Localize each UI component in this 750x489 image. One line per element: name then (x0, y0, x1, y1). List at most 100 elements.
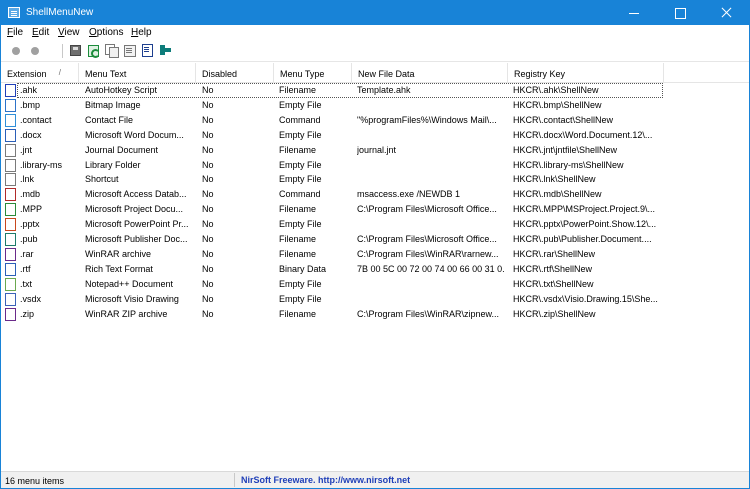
cell-extension: .bmp (20, 99, 41, 110)
cell-disabled: No (202, 129, 214, 140)
cell-extension: .rar (20, 248, 34, 259)
table-row[interactable]: .docx Microsoft Word Docum... No Empty File… (1, 128, 749, 143)
disable-item-button[interactable] (28, 44, 42, 58)
cell-extension: .pptx (20, 219, 40, 230)
cell-disabled: No (202, 144, 214, 155)
cell-menu-text: WinRAR ZIP archive (85, 308, 168, 319)
toolbar-separator (62, 44, 63, 58)
menu-options[interactable]: Options (86, 27, 126, 38)
refresh-icon (88, 45, 100, 58)
cell-menu-type: Filename (279, 144, 317, 155)
vsdx-glyph-icon (6, 293, 15, 305)
cell-menu-text: Library Folder (85, 159, 141, 170)
table-row[interactable]: .lnk Shortcut No Empty File HKCR\.lnk\ShellN… (1, 172, 749, 187)
table-row[interactable]: .rtf Rich Text Format No Binary Data 7B 00 5… (1, 262, 749, 277)
cell-registry-key: HKCR\.rtf\ShellNew (513, 263, 593, 274)
exit-button[interactable] (159, 44, 173, 58)
cell-disabled: No (202, 204, 214, 215)
cell-extension: .docx (20, 129, 42, 140)
nirsoft-link[interactable]: NirSoft Freeware. http://www.nirsoft.net (241, 475, 410, 485)
cell-menu-type: Empty File (279, 219, 322, 230)
lnk-glyph-icon (6, 174, 15, 186)
enable-item-button[interactable] (9, 44, 23, 58)
menu-options-label: ptions (96, 27, 124, 38)
cell-extension: .rtf (20, 263, 31, 274)
zip-glyph-icon (6, 308, 15, 320)
cell-registry-key: HKCR\.lnk\ShellNew (513, 174, 596, 185)
cell-new-file-data: "%programFiles%\Windows Mail\... (357, 114, 497, 125)
cell-menu-type: Filename (279, 204, 317, 215)
cell-menu-text: Shortcut (85, 174, 119, 185)
column-header-new-file-data[interactable]: New File Data (352, 63, 508, 83)
menu-view[interactable]: View (55, 27, 83, 38)
column-header-registry-key[interactable]: Registry Key (508, 63, 664, 83)
library-glyph-icon (6, 159, 15, 171)
column-header-disabled[interactable]: Disabled (196, 63, 274, 83)
cell-menu-type: Empty File (279, 99, 322, 110)
pptx-file-icon (5, 218, 16, 232)
table-row[interactable]: .contact Contact File No Command "%programFi… (1, 113, 749, 128)
menu-options-accel: O (89, 27, 97, 38)
cell-disabled: No (202, 263, 214, 274)
contact-file-icon (5, 113, 16, 127)
column-header-menu-text[interactable]: Menu Text (79, 63, 196, 83)
table-row[interactable]: .MPP Microsoft Project Docu... No Filename C… (1, 202, 749, 217)
disable-dot-icon (31, 47, 39, 55)
cell-disabled: No (202, 174, 214, 185)
table-row[interactable]: .pptx Microsoft PowerPoint Pr... No Empty F… (1, 217, 749, 232)
table-row[interactable]: .txt Notepad++ Document No Empty File HKCR\.… (1, 277, 749, 292)
html-report-button[interactable] (141, 44, 155, 58)
window-title: ShellMenuNew (26, 7, 94, 18)
rtf-glyph-icon (6, 263, 15, 275)
copy-icon (105, 44, 119, 58)
rtf-file-icon (5, 262, 16, 276)
cell-new-file-data: Template.ahk (357, 85, 411, 95)
shell-menu-list[interactable]: Extension / Menu Text Disabled Menu Type … (1, 63, 749, 471)
cell-registry-key: HKCR\.vsdx\Visio.Drawing.15\She... (513, 293, 658, 304)
title-bar[interactable]: ShellMenuNew (1, 1, 749, 25)
menu-help[interactable]: Help (128, 27, 155, 38)
cell-menu-text: Bitmap Image (85, 99, 141, 110)
table-row[interactable]: .jnt Journal Document No Filename journal.jn… (1, 143, 749, 158)
pptx-glyph-icon (6, 219, 15, 231)
cell-menu-text: Microsoft Access Datab... (85, 189, 187, 200)
close-button[interactable] (703, 1, 749, 25)
table-row[interactable]: .library-ms Library Folder No Empty File HKC… (1, 158, 749, 173)
cell-disabled: No (202, 234, 214, 244)
menu-edit-accel: E (32, 27, 39, 38)
table-row[interactable]: .zip WinRAR ZIP archive No Filename C:\Progr… (1, 307, 749, 322)
table-row[interactable]: .rar WinRAR archive No Filename C:\Program F… (1, 247, 749, 262)
cell-disabled: No (202, 85, 214, 95)
bmp-file-icon (5, 98, 16, 112)
table-row[interactable]: .mdb Microsoft Access Datab... No Command ms… (1, 187, 749, 202)
cell-menu-text: Microsoft Publisher Doc... (85, 234, 188, 244)
refresh-button[interactable] (87, 44, 101, 58)
properties-button[interactable] (123, 44, 137, 58)
cell-menu-type: Filename (279, 308, 317, 319)
docx-file-icon (5, 128, 16, 142)
table-row[interactable]: .bmp Bitmap Image No Empty File HKCR\.bmp\Sh… (1, 98, 749, 113)
table-row[interactable]: .pub Microsoft Publisher Doc... No Filename… (1, 232, 749, 247)
copy-selected-button[interactable] (105, 44, 119, 58)
save-selected-button[interactable] (69, 44, 83, 58)
cell-menu-text: Notepad++ Document (85, 278, 174, 289)
cell-extension: .vsdx (20, 293, 42, 304)
table-row[interactable]: .vsdx Microsoft Visio Drawing No Empty File… (1, 292, 749, 307)
cell-registry-key: HKCR\.txt\ShellNew (513, 278, 594, 289)
column-header-menu-type[interactable]: Menu Type (274, 63, 352, 83)
minimize-button[interactable] (611, 1, 657, 25)
column-header-extension[interactable]: Extension / (1, 63, 79, 83)
cell-registry-key: HKCR\.mdb\ShellNew (513, 189, 602, 200)
menu-edit[interactable]: Edit (29, 27, 52, 38)
menu-help-label: elp (138, 27, 152, 38)
contact-glyph-icon (6, 114, 15, 126)
cell-menu-text: Microsoft Visio Drawing (85, 293, 179, 304)
menu-file[interactable]: File (4, 27, 26, 38)
cell-new-file-data: C:\Program Files\Microsoft Office... (357, 234, 497, 244)
app-icon (8, 7, 20, 18)
table-row[interactable]: .ahk AutoHotkey Script No Filename Template.… (1, 83, 749, 98)
maximize-button[interactable] (657, 1, 703, 25)
cell-menu-type: Filename (279, 85, 317, 95)
ahk-file-icon (5, 84, 16, 97)
cell-disabled: No (202, 159, 214, 170)
